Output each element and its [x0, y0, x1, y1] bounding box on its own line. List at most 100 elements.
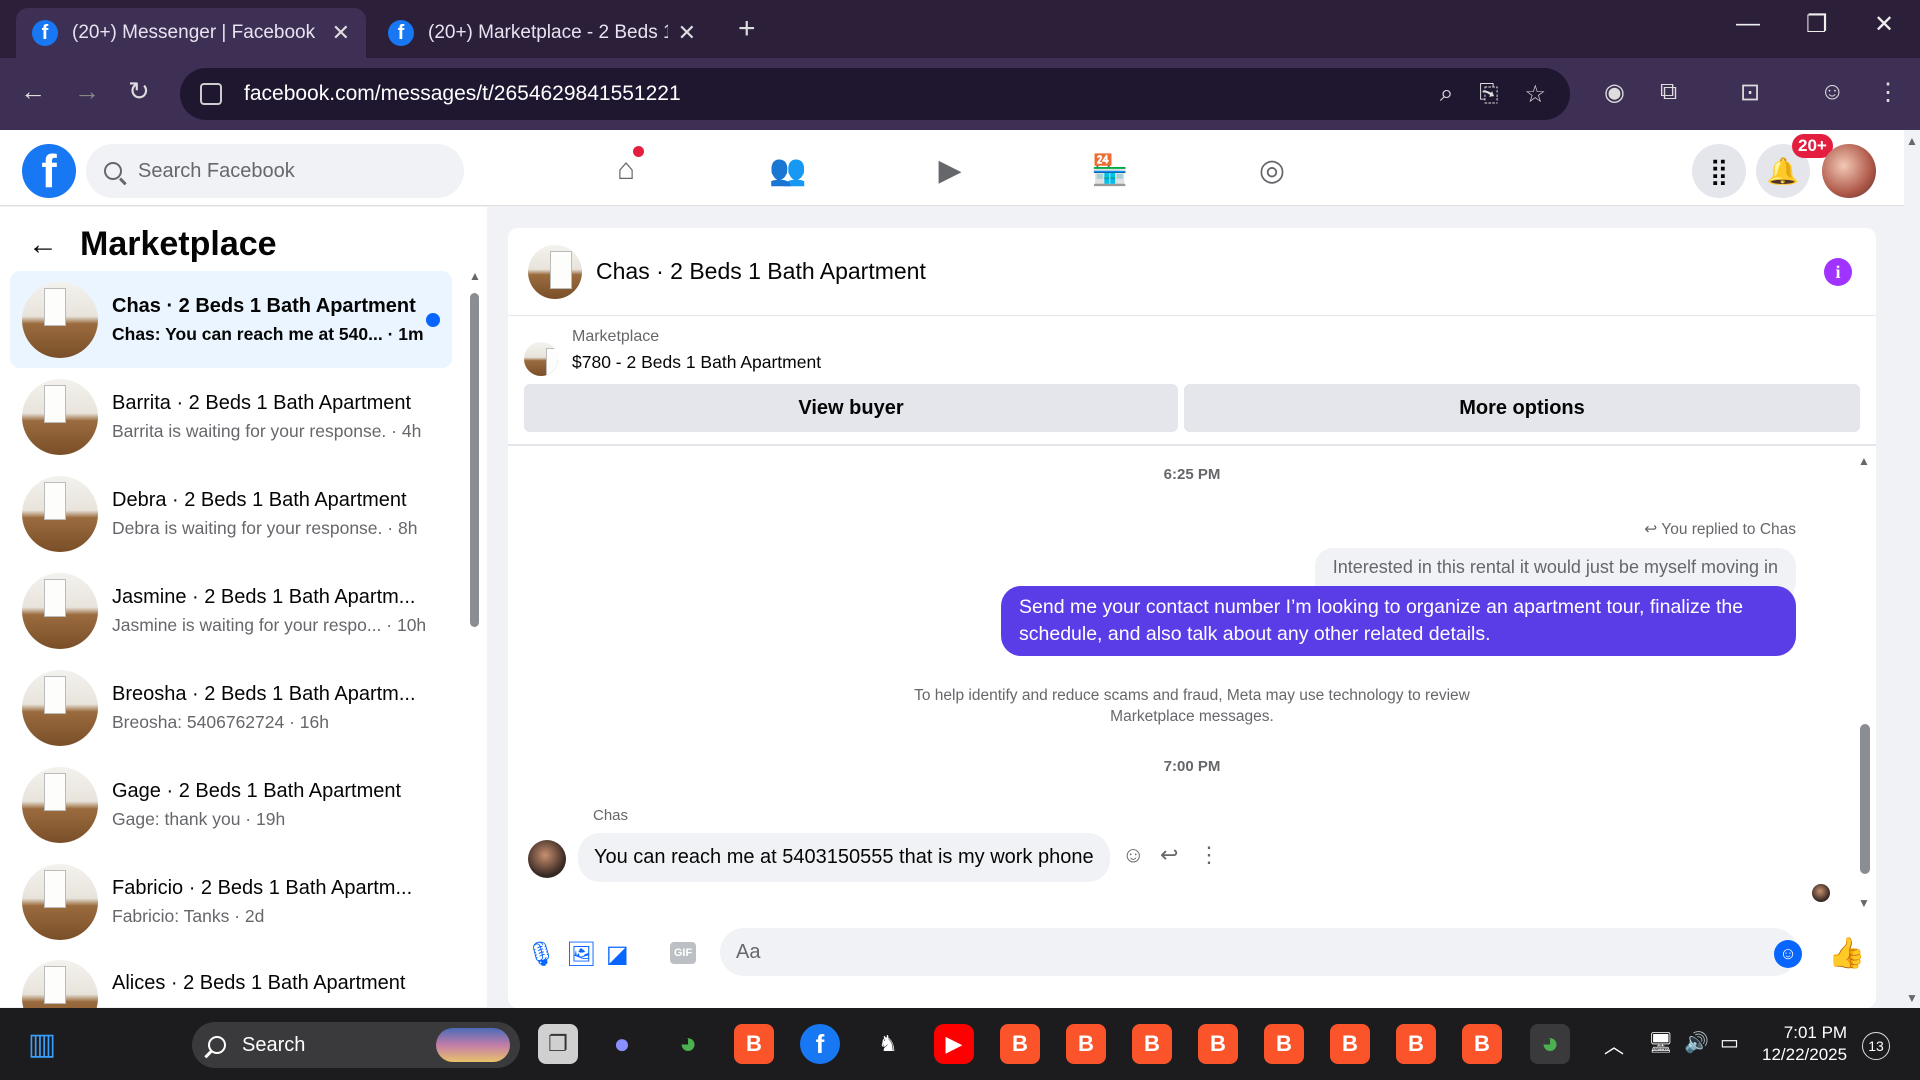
- minimize-icon[interactable]: —: [1736, 10, 1760, 38]
- conversation-item[interactable]: Alices · 2 Beds 1 Bath Apartment: [10, 950, 452, 1010]
- brave-profile-icon[interactable]: B: [1066, 1024, 1106, 1064]
- brave-profile-icon[interactable]: B: [1396, 1024, 1436, 1064]
- extension-circle-icon[interactable]: ◉: [1604, 78, 1625, 107]
- reply-icon[interactable]: ↩: [1160, 842, 1178, 868]
- microphone-icon[interactable]: 🎙: [526, 940, 556, 969]
- site-settings-icon[interactable]: [200, 83, 222, 105]
- extensions-puzzle-icon[interactable]: ⧉: [1660, 78, 1677, 106]
- restore-icon[interactable]: ❐: [1806, 10, 1828, 39]
- tab-search-icon[interactable]: ⊡: [1740, 78, 1760, 107]
- conversation-item[interactable]: Breosha · 2 Beds 1 Bath Apartm... Breosh…: [10, 659, 452, 756]
- start-windows-icon[interactable]: [132, 1024, 170, 1062]
- listing-title: $780 - 2 Beds 1 Bath Apartment: [572, 352, 822, 372]
- new-tab-icon[interactable]: +: [738, 12, 756, 46]
- notification-count[interactable]: 13: [1862, 1032, 1890, 1060]
- scrollbar-thumb[interactable]: [1860, 724, 1870, 874]
- menu-grid-button[interactable]: ⣿: [1692, 144, 1746, 198]
- conversation-item[interactable]: Fabricio · 2 Beds 1 Bath Apartm... Fabri…: [10, 853, 452, 950]
- facebook-app-icon[interactable]: f: [800, 1024, 840, 1064]
- system-clock[interactable]: 7:01 PM 12/22/2025: [1762, 1022, 1847, 1066]
- volume-icon[interactable]: 🔊: [1684, 1030, 1709, 1055]
- zoom-icon[interactable]: ⌕: [1440, 80, 1453, 109]
- chat-title[interactable]: Chas · 2 Beds 1 Bath Apartment: [596, 258, 926, 285]
- listing-thumbnail[interactable]: [528, 244, 582, 299]
- brave-profile-icon[interactable]: B: [1000, 1024, 1040, 1064]
- message-input[interactable]: [720, 928, 1798, 976]
- brave-profile-icon[interactable]: B: [1330, 1024, 1370, 1064]
- conversation-item[interactable]: Chas · 2 Beds 1 Bath Apartment Chas: You…: [10, 271, 452, 368]
- conversation-item[interactable]: Barrita · 2 Beds 1 Bath Apartment Barrit…: [10, 368, 452, 465]
- search-input[interactable]: Search Facebook: [86, 144, 464, 198]
- scroll-up-icon[interactable]: ▲: [1858, 454, 1870, 468]
- chrome-active-icon[interactable]: ◕: [1530, 1024, 1570, 1064]
- marketplace-icon[interactable]: 🏪: [1090, 150, 1130, 190]
- video-icon[interactable]: ▶: [930, 150, 970, 190]
- close-window-icon[interactable]: ✕: [1874, 10, 1894, 39]
- facebook-logo-icon[interactable]: f: [22, 144, 76, 198]
- info-icon[interactable]: i: [1824, 258, 1852, 286]
- conversation-item[interactable]: Jasmine · 2 Beds 1 Bath Apartm... Jasmin…: [10, 562, 452, 659]
- scrollbar-thumb[interactable]: [470, 293, 479, 627]
- received-message[interactable]: You can reach me at 5403150555 that is m…: [578, 833, 1110, 882]
- youtube-icon[interactable]: ▶: [934, 1024, 974, 1064]
- brave-browser-icon[interactable]: B: [734, 1024, 774, 1064]
- tray-overflow-icon[interactable]: ︿: [1604, 1030, 1624, 1059]
- brave-profile-icon[interactable]: B: [1462, 1024, 1502, 1064]
- tab-marketplace[interactable]: f (20+) Marketplace - 2 Beds 1 Ba ✕: [372, 8, 712, 58]
- conversation-name: Jasmine · 2 Beds 1 Bath Apartm...: [112, 585, 416, 608]
- groups-icon[interactable]: ◎: [1252, 150, 1292, 190]
- task-view-icon[interactable]: ❐: [538, 1024, 578, 1064]
- taskbar-search[interactable]: Search: [192, 1022, 520, 1068]
- account-avatar[interactable]: [1822, 144, 1876, 198]
- address-bar[interactable]: facebook.com/messages/t/2654629841551221…: [180, 68, 1570, 120]
- conversation-item[interactable]: Debra · 2 Beds 1 Bath Apartment Debra is…: [10, 465, 452, 562]
- sticker-icon[interactable]: ◪: [606, 940, 629, 969]
- close-tab-icon[interactable]: ✕: [332, 20, 350, 46]
- battery-icon[interactable]: ▭: [1720, 1030, 1739, 1055]
- gif-icon[interactable]: GIF: [670, 942, 696, 964]
- view-buyer-button[interactable]: View buyer: [524, 384, 1178, 432]
- chrome-icon[interactable]: ◕: [668, 1024, 708, 1064]
- app-figure-icon[interactable]: ♞: [868, 1024, 908, 1064]
- friends-icon[interactable]: 👥: [768, 150, 808, 190]
- scroll-up-icon[interactable]: ▲: [469, 269, 481, 283]
- chat-scrollbar[interactable]: ▲ ▼: [1858, 454, 1872, 910]
- more-options-button[interactable]: More options: [1184, 384, 1860, 432]
- widgets-icon[interactable]: ▥: [22, 1024, 62, 1064]
- brave-profile-icon[interactable]: B: [1132, 1024, 1172, 1064]
- like-thumb-icon[interactable]: 👍: [1828, 936, 1865, 971]
- browser-menu-icon[interactable]: ⋮: [1876, 78, 1900, 107]
- search-placeholder: Search Facebook: [138, 159, 295, 182]
- page-scrollbar[interactable]: ▲ ▼: [1904, 130, 1920, 1007]
- close-tab-icon[interactable]: ✕: [678, 20, 696, 46]
- conversation-list-scrollbar[interactable]: ▲: [469, 269, 481, 997]
- react-emoji-icon[interactable]: ☺: [1122, 842, 1144, 868]
- scroll-up-icon[interactable]: ▲: [1906, 134, 1918, 148]
- seen-avatar: [1812, 884, 1830, 902]
- profile-icon[interactable]: ☺: [1820, 78, 1845, 106]
- tab-messenger[interactable]: f (20+) Messenger | Facebook ✕: [16, 8, 366, 58]
- brave-profile-icon[interactable]: B: [1264, 1024, 1304, 1064]
- sender-avatar[interactable]: [528, 840, 566, 878]
- bookmark-star-icon[interactable]: ☆: [1524, 80, 1546, 109]
- sent-message[interactable]: Send me your contact number I’m looking …: [1001, 586, 1796, 656]
- more-actions-icon[interactable]: ⋮: [1198, 842, 1220, 868]
- forward-icon[interactable]: →: [74, 76, 100, 107]
- emoji-icon[interactable]: ☺: [1774, 940, 1802, 968]
- panel-title: Marketplace: [80, 225, 277, 263]
- install-app-icon[interactable]: ⎘: [1479, 80, 1498, 109]
- conversation-item[interactable]: Gage · 2 Beds 1 Bath Apartment Gage: tha…: [10, 756, 452, 853]
- home-notification-dot: [633, 146, 644, 157]
- listing-thumbnail: [22, 572, 98, 649]
- video-call-app-icon[interactable]: ●: [602, 1024, 642, 1064]
- back-icon[interactable]: ←: [20, 76, 46, 107]
- scroll-down-icon[interactable]: ▼: [1858, 896, 1870, 910]
- home-icon[interactable]: ⌂: [606, 146, 646, 190]
- network-icon[interactable]: 🖥: [1648, 1030, 1673, 1055]
- brave-profile-icon[interactable]: B: [1198, 1024, 1238, 1064]
- scroll-down-icon[interactable]: ▼: [1906, 991, 1918, 1005]
- reload-icon[interactable]: ↻: [128, 76, 150, 107]
- back-arrow-icon[interactable]: ←: [28, 228, 58, 262]
- photo-icon[interactable]: 🖼: [566, 940, 596, 969]
- reply-label: You replied to Chas: [1661, 521, 1796, 538]
